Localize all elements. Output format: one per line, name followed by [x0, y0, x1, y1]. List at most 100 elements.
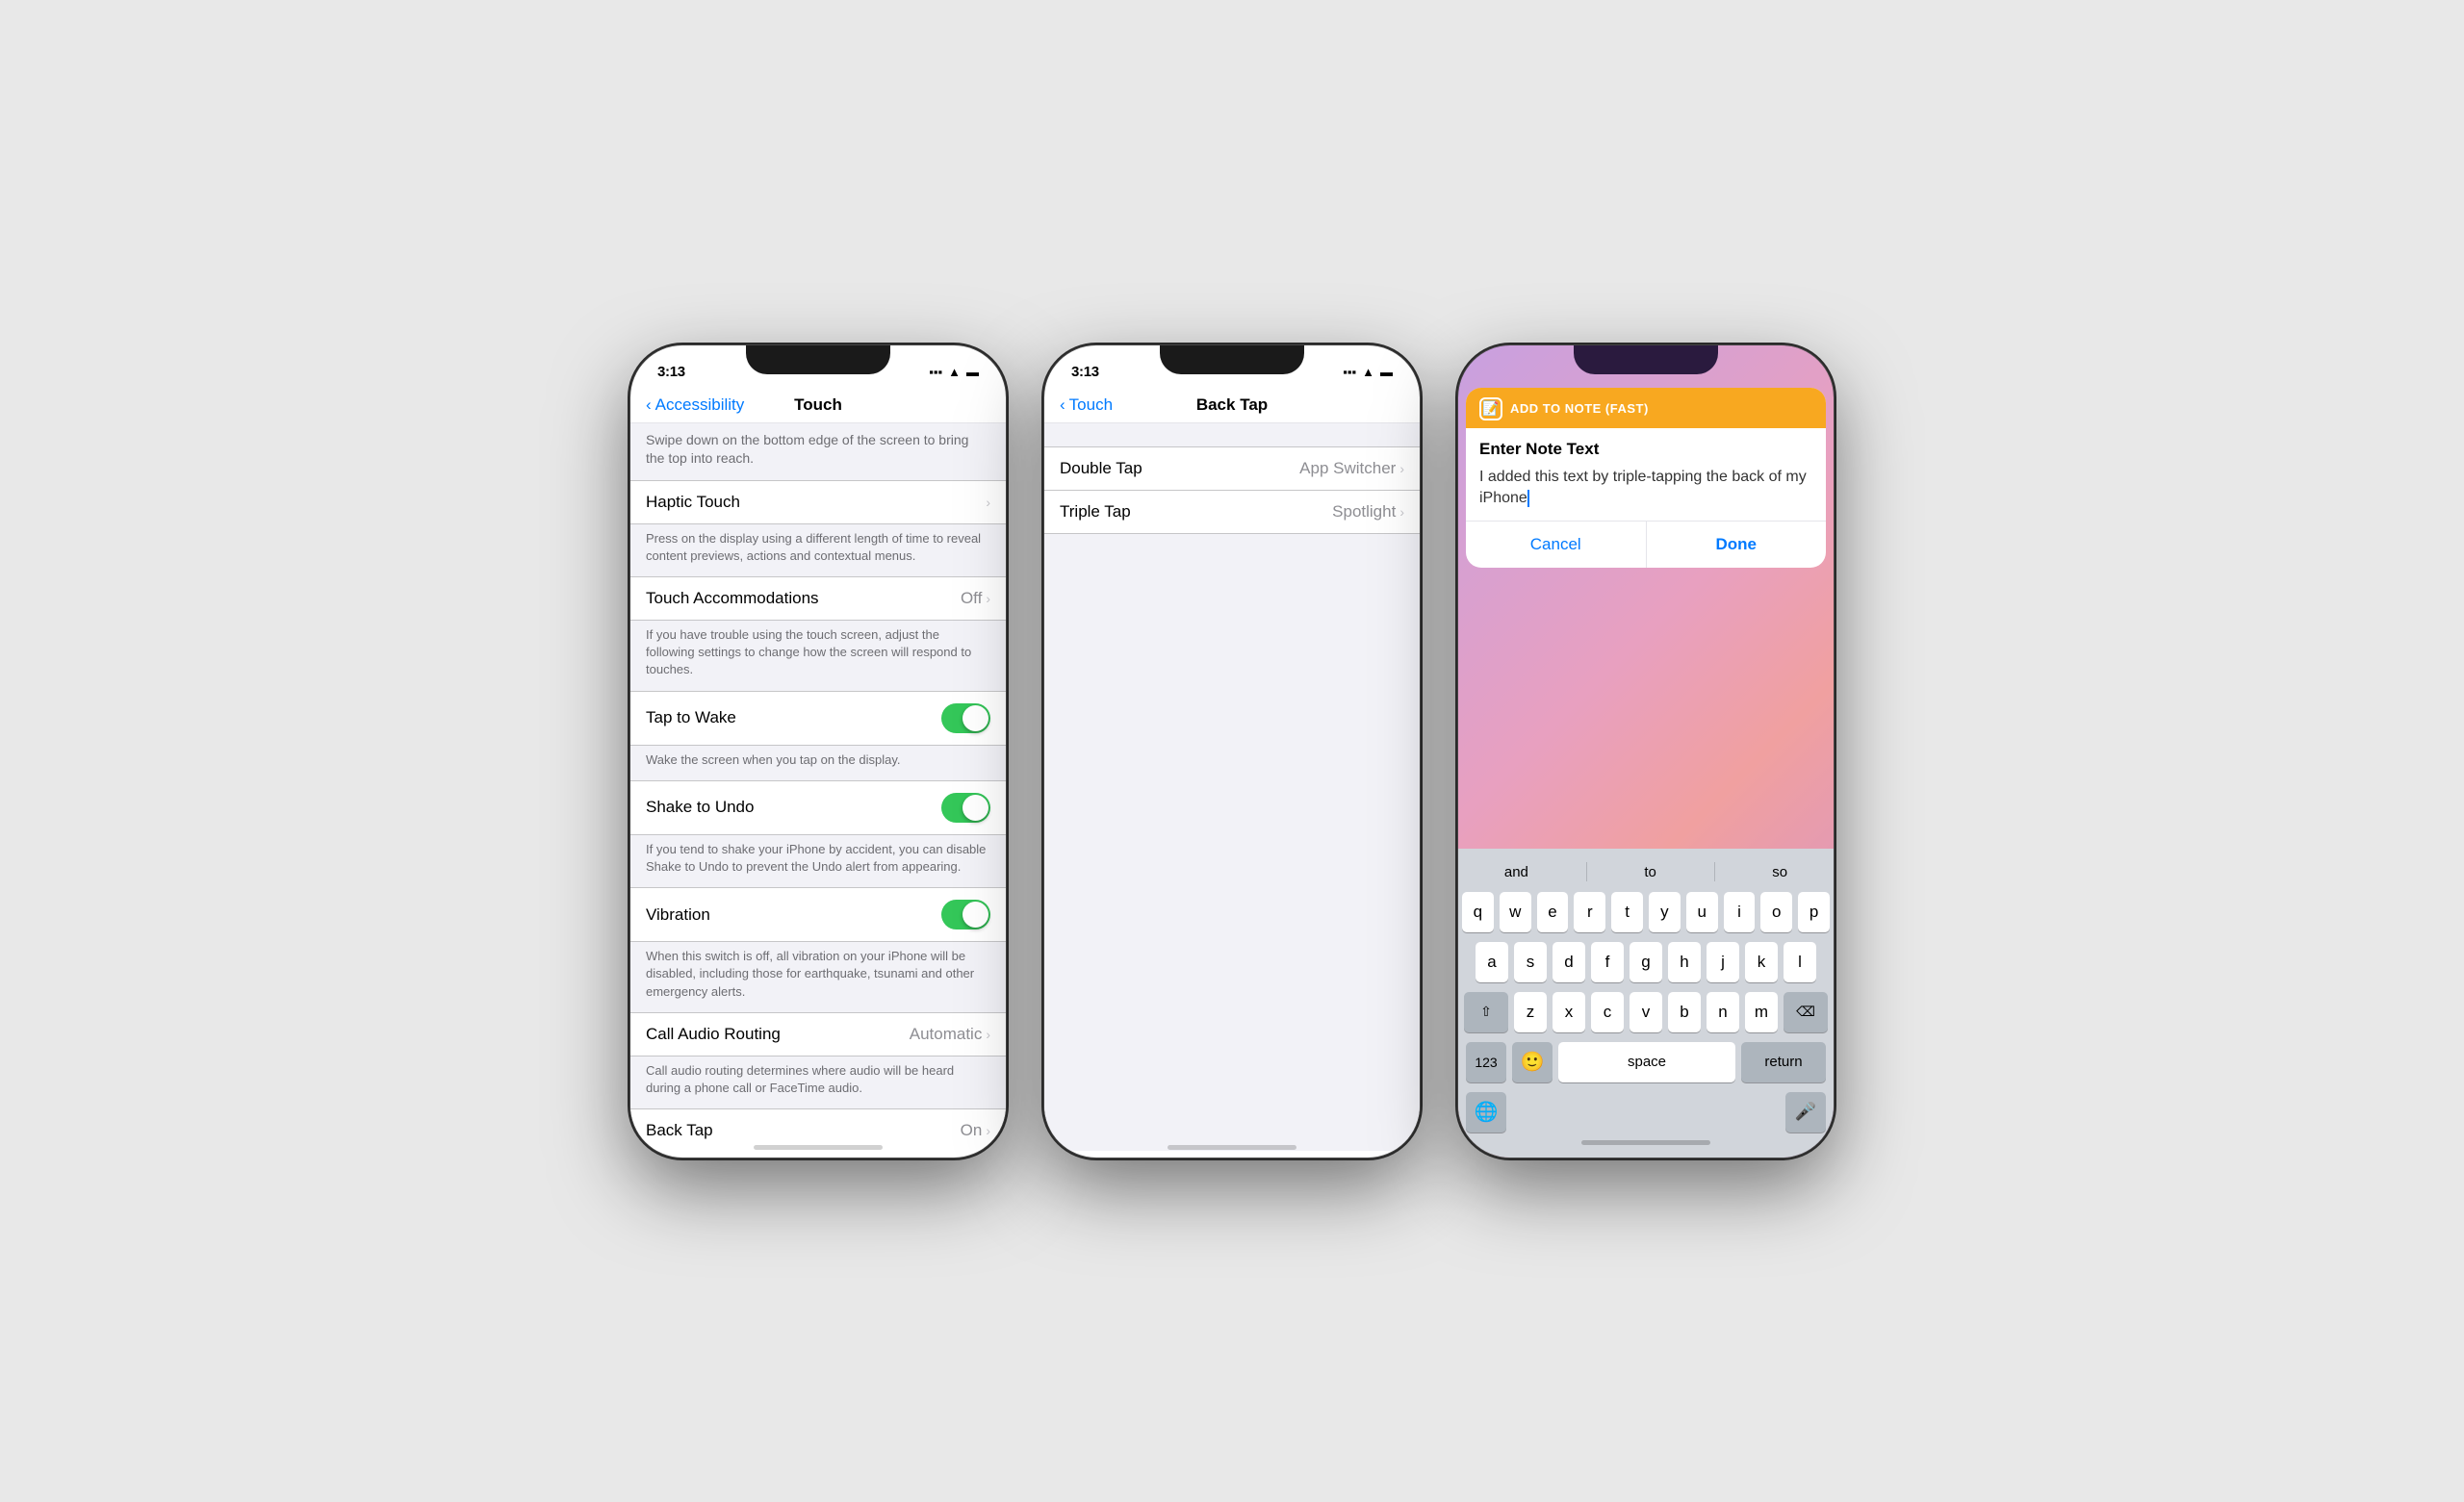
call-audio-item[interactable]: Call Audio Routing Automatic › [630, 1013, 1006, 1056]
touch-accom-group: Touch Accommodations Off › [630, 576, 1006, 621]
vibration-item[interactable]: Vibration [630, 888, 1006, 941]
key-p[interactable]: p [1798, 892, 1830, 932]
key-v[interactable]: v [1630, 992, 1662, 1032]
shake-undo-item[interactable]: Shake to Undo [630, 781, 1006, 834]
nav-title-2: Back Tap [1196, 395, 1268, 415]
key-f[interactable]: f [1591, 942, 1624, 982]
double-tap-label: Double Tap [1060, 459, 1299, 478]
tap-wake-thumb [962, 705, 988, 731]
back-tap-right: On › [961, 1121, 990, 1140]
spacer-2 [1044, 423, 1420, 446]
key-space[interactable]: space [1558, 1042, 1735, 1082]
key-y[interactable]: y [1649, 892, 1681, 932]
intro-text-1: Swipe down on the bottom edge of the scr… [630, 423, 1006, 480]
touch-accom-value: Off [961, 589, 982, 608]
notes-modal-buttons: Cancel Done [1466, 522, 1826, 568]
vibration-group: Vibration [630, 887, 1006, 942]
keyboard-row-3: ⇧ z x c v b n m ⌫ [1462, 992, 1830, 1032]
notes-modal-body: Enter Note Text I added this text by tri… [1466, 428, 1826, 522]
touch-accom-footer: If you have trouble using the touch scre… [630, 621, 1006, 691]
haptic-touch-footer: Press on the display using a different l… [630, 524, 1006, 576]
triple-tap-item[interactable]: Triple Tap Spotlight › [1044, 491, 1420, 533]
call-audio-right: Automatic › [910, 1025, 990, 1044]
notes-modal-header: 📝 ADD TO NOTE (FAST) [1466, 388, 1826, 428]
notes-cancel-button[interactable]: Cancel [1466, 522, 1647, 568]
key-h[interactable]: h [1668, 942, 1701, 982]
key-backspace[interactable]: ⌫ [1784, 992, 1828, 1032]
home-indicator-2 [1168, 1145, 1296, 1150]
suggestion-and[interactable]: and [1493, 860, 1540, 884]
status-time-2: 3:13 [1071, 364, 1099, 380]
vibration-footer: When this switch is off, all vibration o… [630, 942, 1006, 1012]
back-chevron-icon: ‹ [646, 395, 652, 415]
call-audio-group: Call Audio Routing Automatic › [630, 1012, 1006, 1056]
double-tap-item[interactable]: Double Tap App Switcher › [1044, 447, 1420, 491]
haptic-touch-item[interactable]: Haptic Touch › [630, 481, 1006, 523]
key-n[interactable]: n [1707, 992, 1739, 1032]
nav-back-1[interactable]: ‹ Accessibility [646, 395, 744, 415]
key-t[interactable]: t [1611, 892, 1643, 932]
notes-done-button[interactable]: Done [1647, 522, 1827, 568]
key-shift[interactable]: ⇧ [1464, 992, 1508, 1032]
suggestion-divider-1 [1586, 862, 1587, 881]
haptic-touch-label: Haptic Touch [646, 493, 986, 512]
key-x[interactable]: x [1553, 992, 1585, 1032]
key-b[interactable]: b [1668, 992, 1701, 1032]
touch-accom-item[interactable]: Touch Accommodations Off › [630, 577, 1006, 620]
key-return[interactable]: return [1741, 1042, 1826, 1082]
back-tap-content[interactable]: Double Tap App Switcher › Triple Tap Spo… [1044, 423, 1420, 1151]
shake-undo-toggle[interactable] [941, 793, 990, 823]
keyboard-bottom-row: 123 🙂 space return [1462, 1042, 1830, 1082]
key-globe[interactable]: 🌐 [1466, 1092, 1506, 1133]
keyboard-globe-mic-row: 🌐 🎤 [1462, 1092, 1830, 1133]
vibration-toggle[interactable] [941, 900, 990, 929]
nav-back-label-2[interactable]: Touch [1069, 395, 1113, 415]
call-audio-label: Call Audio Routing [646, 1025, 910, 1044]
key-m[interactable]: m [1745, 992, 1778, 1032]
key-z[interactable]: z [1514, 992, 1547, 1032]
nav-title-1: Touch [794, 395, 842, 415]
phone-2: 3:13 ▪▪▪ ▲ ▬ ‹ Touch Back Tap Double Tap [1044, 345, 1420, 1158]
home-indicator-3-wrap [1462, 1133, 1830, 1154]
shake-undo-footer: If you tend to shake your iPhone by acci… [630, 835, 1006, 887]
key-k[interactable]: k [1745, 942, 1778, 982]
nav-back-2[interactable]: ‹ Touch [1060, 395, 1113, 415]
tap-wake-footer: Wake the screen when you tap on the disp… [630, 746, 1006, 780]
key-l[interactable]: l [1784, 942, 1816, 982]
key-j[interactable]: j [1707, 942, 1739, 982]
key-s[interactable]: s [1514, 942, 1547, 982]
triple-tap-chevron: › [1399, 504, 1404, 520]
settings-content-1[interactable]: Swipe down on the bottom edge of the scr… [630, 423, 1006, 1151]
key-emoji[interactable]: 🙂 [1512, 1042, 1553, 1082]
home-indicator-1 [754, 1145, 883, 1150]
key-mic[interactable]: 🎤 [1785, 1092, 1826, 1133]
key-q[interactable]: q [1462, 892, 1494, 932]
key-o[interactable]: o [1760, 892, 1792, 932]
notes-icon-symbol: 📝 [1482, 400, 1499, 417]
key-r[interactable]: r [1574, 892, 1605, 932]
key-e[interactable]: e [1537, 892, 1569, 932]
triple-tap-value: Spotlight [1332, 502, 1396, 522]
key-123[interactable]: 123 [1466, 1042, 1506, 1082]
phone-1: 3:13 ▪▪▪ ▲ ▬ ‹ Accessibility Touch Swipe… [630, 345, 1006, 1158]
key-i[interactable]: i [1724, 892, 1756, 932]
tap-wake-toggle[interactable] [941, 703, 990, 733]
notes-modal-title-label: Enter Note Text [1479, 440, 1812, 459]
key-a[interactable]: a [1476, 942, 1508, 982]
key-d[interactable]: d [1553, 942, 1585, 982]
suggestion-to[interactable]: to [1632, 860, 1668, 884]
key-g[interactable]: g [1630, 942, 1662, 982]
back-tap-chevron: › [986, 1123, 990, 1138]
triple-tap-label: Triple Tap [1060, 502, 1332, 522]
double-tap-chevron: › [1399, 461, 1404, 476]
notes-modal-header-label: ADD TO NOTE (FAST) [1510, 401, 1649, 416]
signal-icon: ▪▪▪ [929, 365, 942, 379]
back-tap-value: On [961, 1121, 983, 1140]
keyboard[interactable]: and to so q w e r t y u i o p a [1458, 849, 1834, 1158]
key-u[interactable]: u [1686, 892, 1718, 932]
suggestion-so[interactable]: so [1760, 860, 1799, 884]
key-w[interactable]: w [1500, 892, 1531, 932]
key-c[interactable]: c [1591, 992, 1624, 1032]
nav-back-label-1[interactable]: Accessibility [655, 395, 745, 415]
tap-wake-item[interactable]: Tap to Wake [630, 692, 1006, 745]
